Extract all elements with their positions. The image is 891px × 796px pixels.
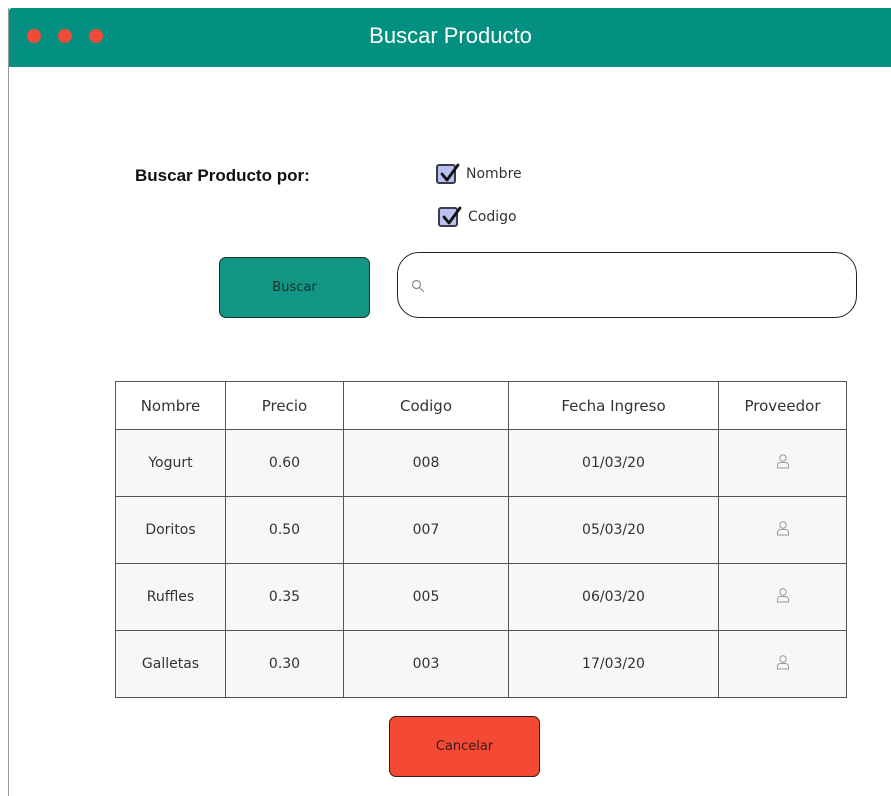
cell-proveedor[interactable]: [718, 496, 847, 564]
user-icon[interactable]: [775, 654, 791, 670]
table-row[interactable]: Ruffles 0.35 005 06/03/20: [115, 563, 847, 631]
cell-fecha: 05/03/20: [508, 496, 719, 564]
checkbox-checked-icon[interactable]: [436, 163, 460, 184]
header-fecha-ingreso[interactable]: Fecha Ingreso: [508, 381, 719, 430]
table-row[interactable]: Yogurt 0.60 008 01/03/20: [115, 429, 847, 497]
checkbox-checked-icon[interactable]: [438, 206, 462, 227]
header-nombre[interactable]: Nombre: [115, 381, 226, 430]
cell-fecha: 06/03/20: [508, 563, 719, 631]
cell-precio: 0.60: [225, 429, 344, 497]
cell-nombre: Doritos: [115, 496, 226, 564]
header-codigo[interactable]: Codigo: [343, 381, 509, 430]
user-icon[interactable]: [775, 587, 791, 603]
window-title: Buscar Producto: [369, 23, 532, 48]
cell-precio: 0.50: [225, 496, 344, 564]
cell-codigo: 007: [343, 496, 509, 564]
cell-codigo: 008: [343, 429, 509, 497]
cell-codigo: 003: [343, 630, 509, 698]
search-box[interactable]: [397, 252, 857, 318]
cell-fecha: 01/03/20: [508, 429, 719, 497]
header-precio[interactable]: Precio: [225, 381, 344, 430]
cell-codigo: 005: [343, 563, 509, 631]
cell-proveedor[interactable]: [718, 563, 847, 631]
table-row[interactable]: Galletas 0.30 003 17/03/20: [115, 630, 847, 698]
cell-nombre: Yogurt: [115, 429, 226, 497]
checkbox-nombre-label: Nombre: [466, 166, 522, 182]
checkbox-nombre[interactable]: Nombre: [436, 163, 522, 184]
cell-precio: 0.30: [225, 630, 344, 698]
checkbox-codigo-label: Codigo: [468, 209, 517, 225]
cell-proveedor[interactable]: [718, 630, 847, 698]
user-icon[interactable]: [775, 453, 791, 469]
title-bar: Buscar Producto: [9, 8, 891, 67]
user-icon[interactable]: [775, 520, 791, 536]
cell-nombre: Ruffles: [115, 563, 226, 631]
table-row[interactable]: Doritos 0.50 007 05/03/20: [115, 496, 847, 564]
header-proveedor[interactable]: Proveedor: [718, 381, 847, 430]
buscar-button[interactable]: Buscar: [219, 257, 370, 318]
search-by-label: Buscar Producto por:: [135, 166, 310, 185]
checkbox-codigo[interactable]: Codigo: [438, 206, 517, 227]
cell-fecha: 17/03/20: [508, 630, 719, 698]
cancel-button[interactable]: Cancelar: [389, 716, 540, 777]
products-table: Nombre Precio Codigo Fecha Ingreso Prove…: [115, 381, 847, 698]
cell-proveedor[interactable]: [718, 429, 847, 497]
cell-nombre: Galletas: [115, 630, 226, 698]
table-header-row: Nombre Precio Codigo Fecha Ingreso Prove…: [115, 381, 847, 430]
cell-precio: 0.35: [225, 563, 344, 631]
search-icon: [411, 278, 425, 297]
search-input[interactable]: [434, 267, 839, 303]
